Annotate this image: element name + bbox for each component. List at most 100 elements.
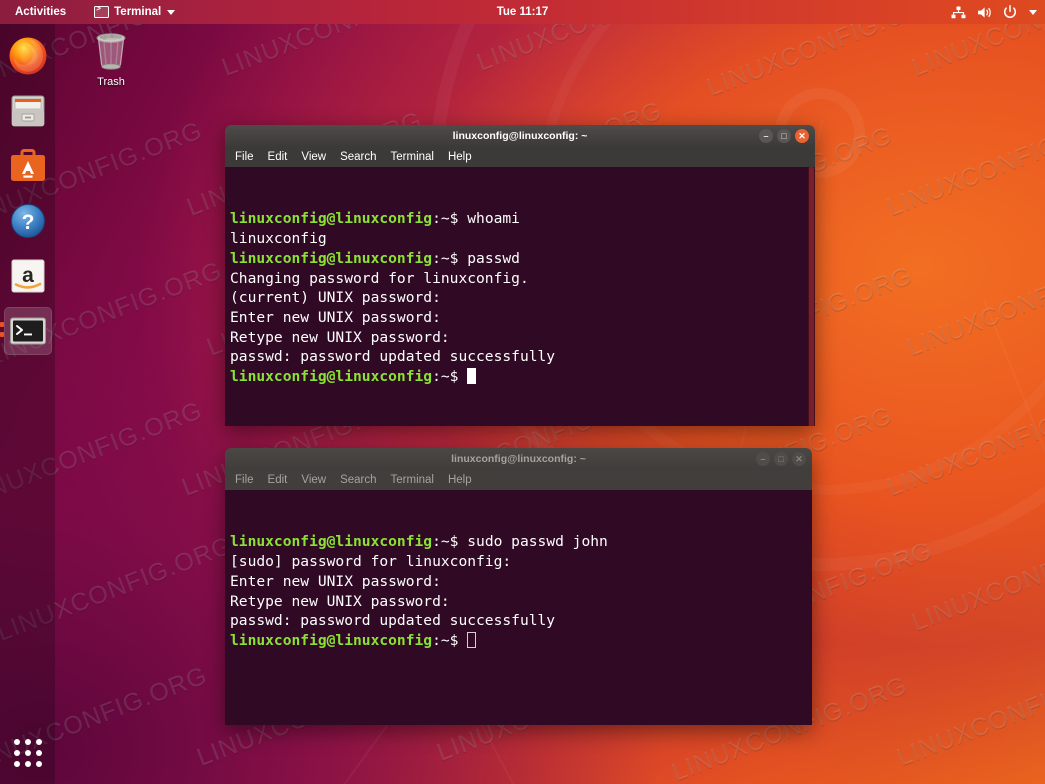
network-icon: [951, 6, 966, 18]
terminal-line: linuxconfig@linuxconfig:~$: [227, 631, 812, 651]
window-title: linuxconfig@linuxconfig: ~: [452, 130, 588, 142]
window-buttons: – □ ✕: [759, 125, 809, 147]
svg-text:a: a: [22, 264, 34, 287]
menu-edit[interactable]: Edit: [263, 472, 293, 488]
terminal-line: Enter new UNIX password:: [227, 572, 812, 592]
menu-search[interactable]: Search: [335, 472, 381, 488]
terminal-cursor: [467, 631, 477, 648]
desktop-icon-trash[interactable]: Trash: [80, 28, 142, 88]
dock-item-amazon[interactable]: a: [4, 252, 52, 300]
system-tray[interactable]: [951, 0, 1037, 24]
terminal-lines: linuxconfig@linuxconfig:~$ whoami linuxco…: [227, 209, 815, 386]
volume-icon: [978, 6, 991, 18]
terminal-output[interactable]: linuxconfig@linuxconfig:~$ sudo passwd j…: [225, 490, 812, 725]
menu-view[interactable]: View: [296, 149, 331, 165]
shell-command: whoami: [467, 210, 520, 228]
menu-terminal[interactable]: Terminal: [386, 472, 439, 488]
terminal-output[interactable]: linuxconfig@linuxconfig:~$ whoami linuxco…: [225, 167, 815, 426]
shell-prompt-user: linuxconfig@linuxconfig: [230, 210, 433, 228]
shell-prompt-user: linuxconfig@linuxconfig: [230, 631, 433, 649]
top-bar: Activities Terminal Tue 11:17: [0, 0, 1045, 24]
terminal-line: Enter new UNIX password:: [227, 308, 815, 328]
activities-button[interactable]: Activities: [9, 4, 72, 20]
terminal-line: passwd: password updated successfully: [227, 347, 815, 367]
shell-prompt-user: linuxconfig@linuxconfig: [230, 533, 433, 551]
shell-command: passwd: [467, 249, 520, 267]
titlebar[interactable]: linuxconfig@linuxconfig: ~ – □ ✕: [225, 125, 815, 147]
terminal-line: linuxconfig@linuxconfig:~$: [227, 367, 815, 387]
terminal-line: linuxconfig@linuxconfig:~$ whoami: [227, 209, 815, 229]
shell-output: passwd: password updated successfully: [230, 348, 556, 366]
trash-label: Trash: [97, 76, 125, 88]
terminal-window-1[interactable]: linuxconfig@linuxconfig: ~ – □ ✕ File Ed…: [225, 125, 815, 426]
ubuntu-desktop: Trash Activities Terminal Tue 11:17: [0, 0, 1045, 784]
menu-edit[interactable]: Edit: [263, 149, 293, 165]
shell-output: linuxconfig: [230, 230, 327, 248]
menu-file[interactable]: File: [230, 149, 259, 165]
menu-help[interactable]: Help: [443, 472, 477, 488]
shell-prompt-path: :~$: [432, 249, 468, 267]
help-icon: ?: [8, 201, 48, 241]
wallpaper-streak: [983, 299, 1045, 653]
dock-item-terminal[interactable]: [0, 307, 52, 355]
terminal-icon: [94, 5, 110, 18]
grid-icon: [13, 739, 42, 767]
shell-command: sudo passwd john: [467, 533, 608, 551]
shell-output: Retype new UNIX password:: [230, 328, 450, 346]
shell-output: passwd: password updated successfully: [230, 612, 556, 630]
shell-output: Enter new UNIX password:: [230, 308, 441, 326]
terminal-line: Changing password for linuxconfig.: [227, 269, 815, 289]
shell-output: Changing password for linuxconfig.: [230, 269, 529, 287]
scrollbar-thumb[interactable]: [809, 167, 814, 426]
shell-prompt-path: :~$: [432, 368, 468, 386]
titlebar[interactable]: linuxconfig@linuxconfig: ~ – □ ✕: [225, 448, 812, 470]
minimize-button[interactable]: –: [756, 452, 770, 466]
trash-icon: [96, 33, 126, 70]
window-title: linuxconfig@linuxconfig: ~: [451, 453, 586, 465]
terminal-line: linuxconfig@linuxconfig:~$ passwd: [227, 249, 815, 269]
shell-output: Enter new UNIX password:: [230, 572, 441, 590]
app-menu-label: Terminal: [114, 6, 162, 18]
terminal-window-2[interactable]: linuxconfig@linuxconfig: ~ – □ ✕ File Ed…: [225, 448, 812, 725]
show-applications-button[interactable]: [6, 731, 50, 775]
shell-output: [sudo] password for linuxconfig:: [230, 553, 512, 571]
window-buttons: – □ ✕: [756, 448, 806, 470]
terminal-line: (current) UNIX password:: [227, 288, 815, 308]
terminal-cursor: [467, 368, 477, 385]
dock-item-ubuntu-software[interactable]: [4, 142, 52, 190]
dock-item-files[interactable]: [4, 87, 52, 135]
terminal-line: [sudo] password for linuxconfig:: [227, 552, 812, 572]
menu-view[interactable]: View: [296, 472, 331, 488]
terminal-line: linuxconfig: [227, 229, 815, 249]
close-button[interactable]: ✕: [792, 452, 806, 466]
dock-item-firefox[interactable]: [4, 32, 52, 80]
shell-prompt-user: linuxconfig@linuxconfig: [230, 249, 433, 267]
shell-output: (current) UNIX password:: [230, 289, 441, 307]
terminal-icon: [8, 311, 48, 351]
maximize-button[interactable]: □: [774, 452, 788, 466]
terminal-line: passwd: password updated successfully: [227, 611, 812, 631]
menu-file[interactable]: File: [230, 472, 259, 488]
files-icon: [8, 91, 48, 131]
close-button[interactable]: ✕: [795, 129, 809, 143]
power-icon: [1003, 5, 1017, 18]
scrollbar[interactable]: [808, 167, 815, 426]
menubar: File Edit View Search Terminal Help: [225, 147, 815, 167]
app-menu-terminal[interactable]: Terminal: [89, 4, 180, 20]
maximize-button[interactable]: □: [777, 129, 791, 143]
menu-help[interactable]: Help: [443, 149, 477, 165]
shell-prompt-user: linuxconfig@linuxconfig: [230, 368, 433, 386]
menu-terminal[interactable]: Terminal: [386, 149, 439, 165]
chevron-down-icon: [1029, 9, 1037, 15]
terminal-lines: linuxconfig@linuxconfig:~$ sudo passwd j…: [227, 532, 812, 650]
terminal-line: Retype new UNIX password:: [227, 592, 812, 612]
firefox-icon: [8, 36, 48, 76]
minimize-button[interactable]: –: [759, 129, 773, 143]
svg-text:?: ?: [21, 211, 34, 234]
ubuntu-software-icon: [8, 146, 48, 186]
menu-search[interactable]: Search: [335, 149, 381, 165]
chevron-down-icon: [167, 9, 176, 15]
dock-item-help[interactable]: ?: [4, 197, 52, 245]
terminal-line: linuxconfig@linuxconfig:~$ sudo passwd j…: [227, 532, 812, 552]
amazon-icon: a: [8, 256, 48, 296]
